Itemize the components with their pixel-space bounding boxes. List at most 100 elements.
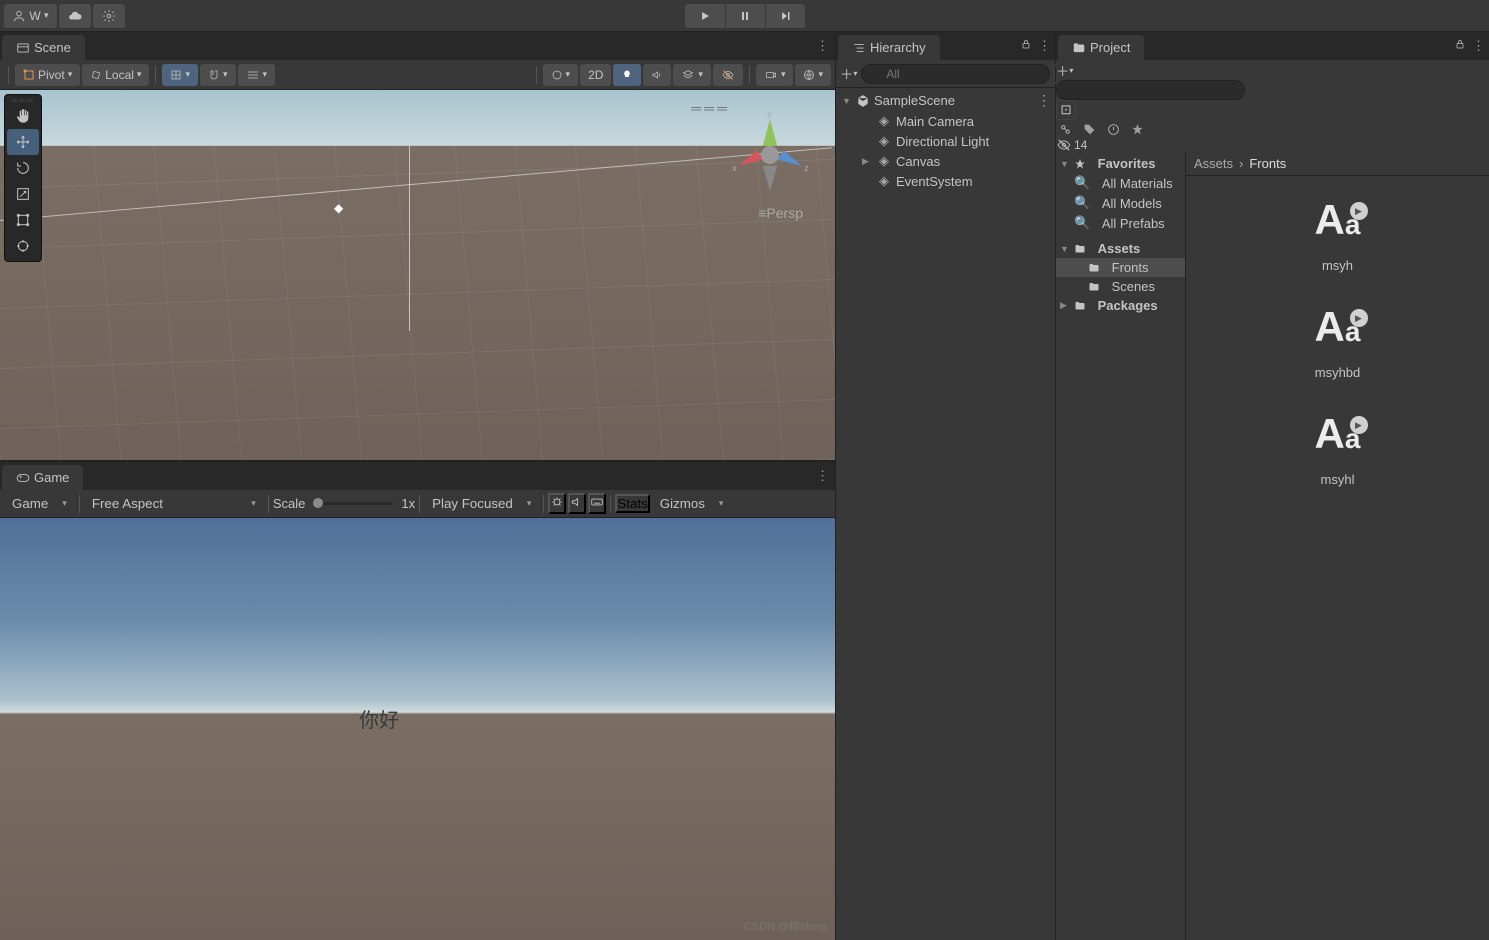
star-icon: [1131, 123, 1144, 136]
hierarchy-title: Hierarchy: [870, 40, 926, 55]
tab-game[interactable]: Game: [2, 465, 83, 490]
display-dropdown[interactable]: Game: [4, 493, 75, 515]
breadcrumb-root[interactable]: Assets: [1194, 156, 1233, 171]
svg-text:x: x: [732, 163, 737, 173]
visibility-button[interactable]: [713, 64, 743, 86]
grid-visibility-button[interactable]: ▾: [238, 64, 276, 86]
save-search-button[interactable]: [1104, 120, 1122, 138]
camera-button[interactable]: ▾: [756, 64, 794, 86]
tab-game-label: Game: [34, 470, 69, 485]
scene-view[interactable]: ◆ ═══ ═══ x z y ≡Persp: [0, 90, 835, 460]
project-title: Project: [1090, 40, 1130, 55]
aspect-dropdown[interactable]: Free Aspect: [84, 493, 264, 515]
font-file-icon: Aa▶: [1306, 402, 1370, 466]
lighting-button[interactable]: [613, 64, 641, 86]
rotate-tool-button[interactable]: [7, 155, 39, 181]
search-icon: 🔍: [1074, 175, 1090, 191]
scale-slider[interactable]: [313, 502, 393, 505]
project-menu-icon[interactable]: ⋮: [1472, 38, 1485, 54]
gizmos-dropdown[interactable]: Gizmos: [652, 493, 732, 515]
project-search-input[interactable]: [1056, 80, 1245, 100]
tab-project[interactable]: Project: [1058, 35, 1144, 60]
assets-folder[interactable]: ▼ Assets: [1056, 239, 1185, 258]
fx-button[interactable]: ▾: [673, 64, 711, 86]
scene-toolbar: Pivot▾ Local▾ ▾ ▾ ▾ ▾ 2D ▾: [0, 60, 835, 90]
filter-label-button[interactable]: [1080, 120, 1098, 138]
debug-draw-button[interactable]: ▾: [543, 64, 579, 86]
search-options-button[interactable]: ⊡: [1056, 100, 1076, 120]
move-tool-button[interactable]: [7, 129, 39, 155]
favorites-folder[interactable]: ▼ Favorites: [1056, 154, 1185, 173]
favorite-button[interactable]: [1128, 120, 1146, 138]
favorites-item[interactable]: 🔍 All Materials: [1056, 173, 1185, 193]
scene-row[interactable]: ▼ SampleScene ⋮: [836, 90, 1055, 111]
grid-snap-button[interactable]: ▾: [162, 64, 198, 86]
chevron-right-icon: ▶: [1060, 300, 1070, 311]
chevron-right-icon: ▶: [862, 156, 872, 167]
pivot-button[interactable]: Pivot▾: [15, 64, 80, 86]
font-file[interactable]: Aa▶ msyhbd: [1288, 287, 1388, 394]
mode-2d-button[interactable]: 2D: [580, 64, 611, 86]
scene-menu-icon[interactable]: ⋮: [1037, 92, 1051, 109]
hierarchy-search-input[interactable]: [861, 64, 1050, 84]
stats-button[interactable]: Stats: [615, 494, 649, 513]
hierarchy-item-eventsystem[interactable]: ◈EventSystem: [836, 171, 1055, 191]
hierarchy-item-canvas[interactable]: ▶◈Canvas: [836, 151, 1055, 171]
play-focused-dropdown[interactable]: Play Focused: [424, 493, 539, 515]
favorites-item[interactable]: 🔍 All Prefabs: [1056, 213, 1185, 233]
top-toolbar: W ▾: [0, 0, 1489, 32]
orientation-gizmo[interactable]: x z y: [725, 110, 815, 203]
project-create-button[interactable]: ＋▾: [1056, 60, 1078, 80]
step-button[interactable]: [765, 4, 805, 28]
hierarchy-menu-icon[interactable]: ⋮: [1038, 38, 1051, 54]
hierarchy-item-camera[interactable]: ◈Main Camera: [836, 111, 1055, 131]
folder-icon: [1074, 243, 1086, 255]
settings-button[interactable]: [93, 4, 125, 28]
rect-tool-button[interactable]: [7, 207, 39, 233]
favorites-item[interactable]: 🔍 All Models: [1056, 193, 1185, 213]
mute-button[interactable]: [568, 493, 586, 514]
move-icon: [15, 134, 31, 150]
keyboard-button[interactable]: [588, 493, 606, 514]
grid-lines-icon: [246, 69, 260, 81]
gear-icon: [102, 9, 116, 23]
scene-tab-menu-icon[interactable]: ⋮: [816, 38, 829, 54]
hierarchy-item-light[interactable]: ◈Directional Light: [836, 131, 1055, 151]
audio-button[interactable]: [643, 64, 671, 86]
create-button[interactable]: ＋▾: [840, 64, 857, 84]
local-button[interactable]: Local▾: [82, 64, 149, 86]
hidden-count[interactable]: 14: [1056, 138, 1489, 152]
font-file[interactable]: Aa▶ msyhl: [1288, 394, 1388, 501]
tab-scene[interactable]: Scene: [2, 35, 85, 60]
bug-button[interactable]: [548, 493, 566, 514]
lock-icon[interactable]: [1454, 38, 1466, 54]
game-view[interactable]: 你好 CSDN @柳nlong: [0, 518, 835, 940]
game-tab-menu-icon[interactable]: ⋮: [816, 468, 829, 484]
pause-button[interactable]: [725, 4, 765, 28]
play-badge-icon: ▶: [1350, 416, 1368, 434]
filter-type-button[interactable]: [1056, 120, 1074, 138]
project-grid: Aa▶ msyh Aa▶ msyhbd Aa▶ msyhl: [1186, 176, 1489, 940]
packages-folder[interactable]: ▶ Packages: [1056, 296, 1185, 315]
breadcrumb-current[interactable]: Fronts: [1249, 156, 1286, 171]
font-file[interactable]: Aa▶ msyh: [1288, 180, 1388, 287]
chevron-down-icon: ▼: [842, 96, 852, 106]
snap-increment-button[interactable]: ▾: [200, 64, 236, 86]
tool-palette: ═══: [4, 94, 42, 262]
gizmos-button[interactable]: ▾: [795, 64, 831, 86]
lock-icon[interactable]: [1020, 38, 1032, 54]
tab-hierarchy[interactable]: Hierarchy: [838, 35, 940, 60]
transform-tool-button[interactable]: [7, 233, 39, 259]
play-button[interactable]: [685, 4, 725, 28]
assets-item-fronts[interactable]: Fronts: [1056, 258, 1185, 277]
warning-icon: [1107, 123, 1120, 136]
scale-tool-button[interactable]: [7, 181, 39, 207]
account-button[interactable]: W ▾: [4, 4, 57, 28]
cloud-button[interactable]: [59, 4, 91, 28]
perspective-label[interactable]: ≡Persp: [758, 205, 803, 221]
bug-icon: [550, 495, 564, 509]
transform-icon: [15, 238, 31, 254]
assets-item-scenes[interactable]: Scenes: [1056, 277, 1185, 296]
unity-logo-icon: [856, 94, 870, 108]
hand-tool-button[interactable]: [7, 103, 39, 129]
